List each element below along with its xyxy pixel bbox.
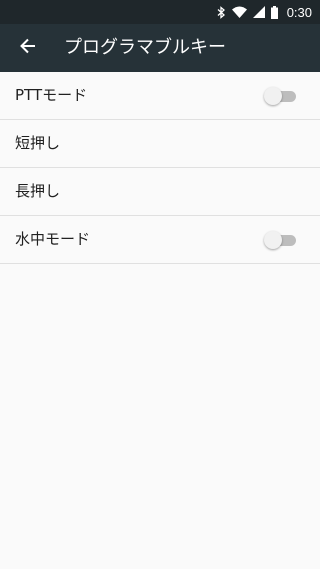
setting-long-press[interactable]: 長押し (0, 168, 320, 216)
settings-list: PTTモード 短押し 長押し 水中モード (0, 72, 320, 264)
setting-long-press-label: 長押し (15, 182, 61, 200)
signal-icon (252, 6, 265, 18)
setting-short-press[interactable]: 短押し (0, 120, 320, 168)
setting-underwater-mode-label: 水中モード (15, 230, 91, 248)
ptt-mode-switch[interactable] (264, 87, 296, 105)
wifi-icon (231, 6, 247, 18)
status-bar: 0:30 (0, 0, 320, 24)
ptt-mode-switch-thumb (264, 87, 282, 105)
back-button[interactable] (8, 28, 48, 68)
setting-ptt-mode-label: PTTモード (15, 86, 88, 104)
app-bar: プログラマブルキー (0, 24, 320, 72)
setting-underwater-mode[interactable]: 水中モード (0, 216, 320, 264)
status-icons: 0:30 (217, 0, 312, 24)
battery-icon (270, 5, 278, 19)
underwater-mode-switch-thumb (264, 231, 282, 249)
underwater-mode-switch[interactable] (264, 231, 296, 249)
setting-short-press-label: 短押し (15, 134, 61, 152)
arrow-back-icon (20, 38, 36, 58)
setting-ptt-mode[interactable]: PTTモード (0, 72, 320, 120)
page-title: プログラマブルキー (64, 37, 226, 58)
bluetooth-icon (217, 5, 226, 19)
status-clock: 0:30 (286, 4, 312, 20)
